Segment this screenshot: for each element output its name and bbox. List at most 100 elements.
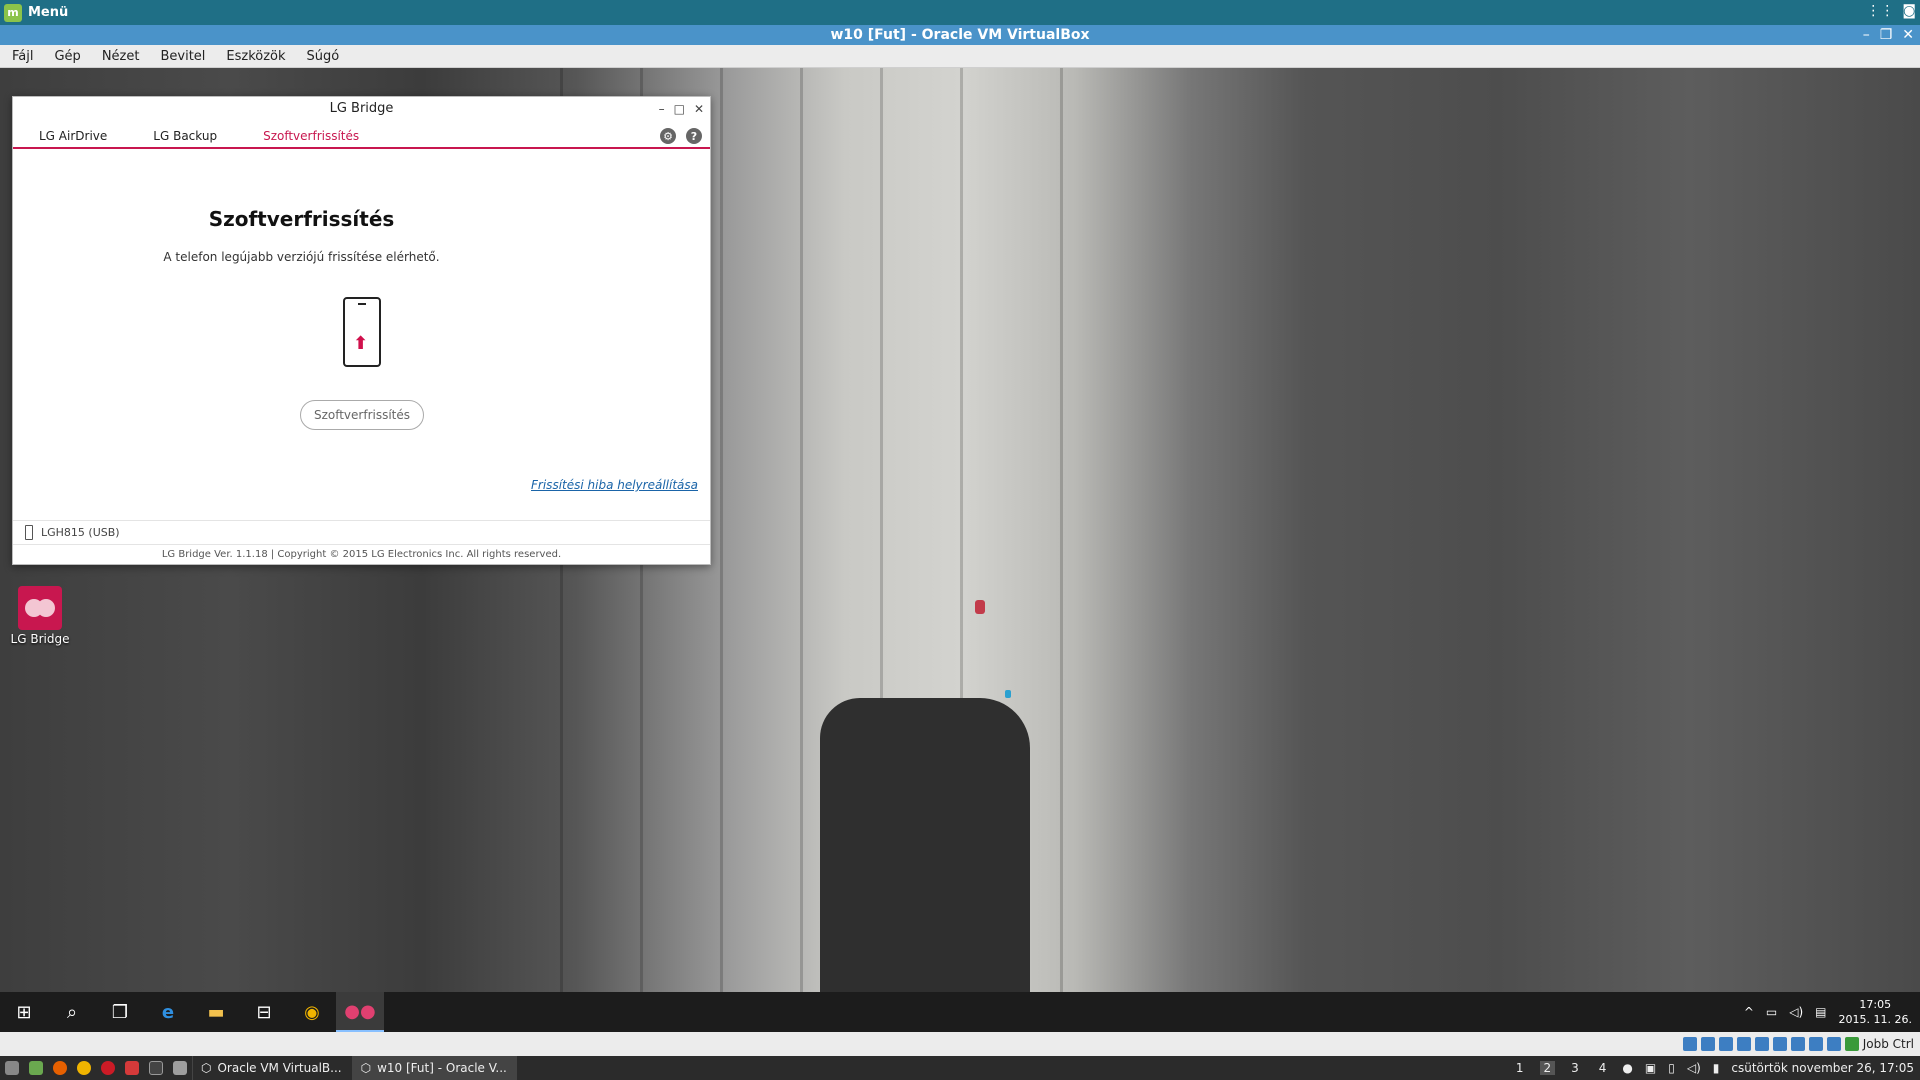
apps-grid-icon[interactable]: ⋮⋮ [1866, 3, 1894, 19]
opera-icon[interactable] [96, 1056, 120, 1080]
settings-gear-icon[interactable]: ⚙ [660, 128, 676, 144]
vbox-titlebar: w10 [Fut] - Oracle VM VirtualBox – ❐ ✕ [0, 25, 1920, 45]
vbox-statusbar: Jobb Ctrl [0, 1032, 1920, 1056]
store-icon[interactable]: ⊟ [240, 992, 288, 1032]
chevron-up-icon[interactable]: ^ [1744, 1005, 1754, 1019]
camera-icon[interactable]: ◙ [1902, 3, 1916, 19]
host-bottom-panel: ⬡ Oracle VM VirtualB... ⬡ w10 [Fut] - Or… [0, 1056, 1920, 1080]
rock-streak [800, 68, 803, 992]
close-icon[interactable]: ✕ [694, 97, 704, 121]
rock-streak [1060, 68, 1063, 992]
software-update-button[interactable]: Szoftverfrissítés [300, 400, 424, 430]
lg-bridge-window: LG Bridge – □ ✕ LG AirDrive LG Backup Sz… [12, 96, 711, 565]
task-label: w10 [Fut] - Oracle V... [377, 1061, 507, 1075]
host-key-label: Jobb Ctrl [1862, 1037, 1914, 1051]
system-monitor-icon[interactable] [24, 1056, 48, 1080]
task-vbox-w10[interactable]: ⬡ w10 [Fut] - Oracle V... [351, 1056, 517, 1080]
lg-bridge-taskbar-icon[interactable]: ●● [336, 992, 384, 1032]
close-icon[interactable]: ✕ [1902, 25, 1914, 45]
show-desktop-icon[interactable] [0, 1056, 24, 1080]
update-panel: Szoftverfrissítés A telefon legújabb ver… [13, 149, 710, 492]
notification-icon[interactable]: ▤ [1815, 1005, 1826, 1019]
update-error-recovery-link[interactable]: Frissítési hiba helyreállítása [531, 478, 698, 492]
network-adapter-icon[interactable] [1736, 1037, 1751, 1051]
device-status-bar: LGH815 (USB) [13, 520, 710, 544]
chrome-icon[interactable]: ◉ [288, 992, 336, 1032]
vbox-tray-icon[interactable]: ▣ [1645, 1061, 1656, 1075]
firefox-icon[interactable] [48, 1056, 72, 1080]
files-icon[interactable] [168, 1056, 192, 1080]
menu-input[interactable]: Bevitel [148, 49, 214, 64]
network-icon[interactable]: ▭ [1766, 1005, 1777, 1019]
terminal-icon[interactable] [144, 1056, 168, 1080]
menu-tools[interactable]: Eszközök [214, 49, 294, 64]
cpu-icon[interactable] [1826, 1037, 1841, 1051]
workspace-1[interactable]: 1 [1512, 1061, 1528, 1075]
display-icon[interactable] [1790, 1037, 1805, 1051]
minimize-icon[interactable]: – [1863, 25, 1870, 45]
dark-boulder [820, 698, 1030, 992]
user-icon[interactable]: ● [1622, 1061, 1632, 1075]
task-label: Oracle VM VirtualB... [217, 1061, 342, 1075]
host-menu-label: Menü [28, 5, 69, 20]
menu-machine[interactable]: Gép [42, 49, 89, 64]
guest-date: 2015. 11. 26. [1838, 1013, 1912, 1026]
tab-software-update[interactable]: Szoftverfrissítés [263, 129, 360, 149]
usb-icon[interactable] [1754, 1037, 1769, 1051]
file-explorer-icon[interactable]: ▬ [192, 992, 240, 1032]
restore-icon[interactable]: ❐ [1880, 25, 1893, 45]
minimize-icon[interactable]: – [659, 97, 665, 121]
search-icon[interactable]: ⌕ [48, 992, 96, 1032]
menu-view[interactable]: Nézet [90, 49, 149, 64]
lg-bridge-icon [18, 586, 62, 630]
climber-figure [1005, 690, 1011, 698]
chrome-icon[interactable] [72, 1056, 96, 1080]
volume-icon[interactable]: ◁) [1789, 1005, 1803, 1019]
menu-file[interactable]: Fájl [0, 49, 42, 64]
edge-icon[interactable]: e [144, 992, 192, 1032]
vbox-window-title: w10 [Fut] - Oracle VM VirtualBox [830, 27, 1090, 43]
update-description: A telefon legújabb verziójú frissítése e… [163, 250, 440, 264]
lg-bridge-titlebar: LG Bridge – □ ✕ [13, 97, 710, 121]
shared-folder-icon[interactable] [1772, 1037, 1787, 1051]
tab-lg-backup[interactable]: LG Backup [153, 129, 217, 147]
device-name: LGH815 (USB) [41, 526, 120, 539]
virtualbox-icon: ⬡ [360, 1061, 372, 1075]
optical-drive-icon[interactable] [1700, 1037, 1715, 1051]
storage-icon[interactable] [1682, 1037, 1697, 1051]
guest-time: 17:05 [1859, 998, 1892, 1011]
phone-update-icon: ⬆ [343, 297, 381, 367]
task-vbox-manager[interactable]: ⬡ Oracle VM VirtualB... [192, 1056, 352, 1080]
version-footer: LG Bridge Ver. 1.1.18 | Copyright © 2015… [13, 544, 710, 564]
desktop-icon-lg-bridge[interactable]: LG Bridge [10, 586, 70, 646]
vivaldi-icon[interactable] [120, 1056, 144, 1080]
mint-logo-icon: m [4, 3, 22, 22]
help-icon[interactable]: ? [686, 128, 702, 144]
maximize-icon[interactable]: □ [674, 97, 685, 121]
guest-taskbar: ⊞ ⌕ ❐ e ▬ ⊟ ◉ ●● ^ ▭ ◁) ▤ 17:05 2015. 11… [0, 992, 1920, 1032]
battery-icon[interactable]: ▮ [1713, 1061, 1720, 1075]
task-view-icon[interactable]: ❐ [96, 992, 144, 1032]
network-icon[interactable]: ▯ [1668, 1061, 1675, 1075]
page-title: Szoftverfrissítés [208, 207, 395, 231]
windows-start-icon[interactable]: ⊞ [0, 992, 48, 1032]
tab-lg-airdrive[interactable]: LG AirDrive [39, 129, 107, 147]
workspace-2[interactable]: 2 [1539, 1061, 1556, 1075]
guest-clock[interactable]: 17:05 2015. 11. 26. [1839, 997, 1912, 1027]
host-clock[interactable]: csütörtök november 26, 17:05 [1731, 1061, 1914, 1075]
desktop-icon-label: LG Bridge [10, 632, 70, 646]
host-menu-button[interactable]: m Menü [0, 3, 69, 22]
host-top-panel: m Menü ⋮⋮ ◙ [0, 0, 1920, 25]
mouse-integration-icon[interactable] [1844, 1037, 1859, 1051]
virtualbox-icon: ⬡ [201, 1061, 212, 1075]
workspace-4[interactable]: 4 [1595, 1061, 1611, 1075]
video-capture-icon[interactable] [1808, 1037, 1823, 1051]
vbox-menubar: Fájl Gép Nézet Bevitel Eszközök Súgó [0, 45, 1920, 68]
workspace-3[interactable]: 3 [1567, 1061, 1583, 1075]
menu-help[interactable]: Súgó [295, 49, 349, 64]
lg-bridge-title: LG Bridge [329, 101, 394, 116]
audio-icon[interactable] [1718, 1037, 1733, 1051]
volume-icon[interactable]: ◁) [1687, 1061, 1701, 1075]
lg-bridge-tabs: LG AirDrive LG Backup Szoftverfrissítés … [13, 121, 710, 149]
up-arrow-icon: ⬆ [353, 333, 369, 354]
